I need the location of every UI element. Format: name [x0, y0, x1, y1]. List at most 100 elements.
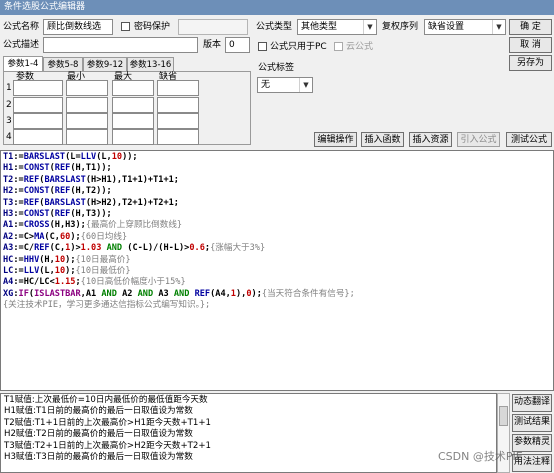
code-token: A4 [3, 277, 14, 288]
insert-resource-button[interactable]: 插入资源 [409, 132, 452, 147]
param-4-max[interactable] [112, 129, 154, 145]
param-3-min[interactable] [66, 113, 108, 129]
fuquan-value: 缺省设置 [428, 22, 465, 32]
code-token: :=C> [13, 231, 35, 242]
param-3-name[interactable] [13, 113, 63, 129]
type-label: 公式类型 [256, 22, 293, 32]
translation-line: H3赋值:T3日前的最高价的最后一日取值设为常数 [4, 452, 193, 463]
window-title: 条件选股公式编辑器 [0, 0, 554, 15]
chevron-down-icon: ▼ [492, 20, 505, 34]
code-token: (L= [65, 152, 81, 162]
dynamic-translate-button[interactable]: 动态翻译 [512, 394, 552, 412]
cloud-checkbox[interactable] [334, 42, 343, 51]
param-row-number: 2 [6, 100, 12, 110]
scrollbar-thumb[interactable] [499, 406, 508, 426]
code-token: {10日高低价幅度小于15%} [80, 277, 186, 288]
code-token: LC [3, 266, 14, 277]
code-token: T1 [3, 152, 14, 162]
code-token: )); [122, 152, 138, 162]
param-2-default[interactable] [157, 97, 199, 113]
code-token: (C, [44, 231, 60, 242]
code-token: AND [101, 288, 117, 299]
code-token: {最高价上穿顾比倒数线} [85, 220, 183, 231]
code-token: CONST [23, 186, 50, 197]
code-token: (L, [39, 266, 55, 277]
type-select[interactable]: 其他类型 ▼ [297, 19, 377, 35]
param-1-min[interactable] [66, 80, 108, 96]
param-row-number: 3 [6, 116, 12, 126]
code-token: LLV [80, 152, 97, 162]
tag-select[interactable]: 无 ▼ [257, 77, 313, 93]
code-token: 0.6 [189, 243, 205, 254]
code-token: AND [173, 288, 190, 299]
code-token: REF [54, 209, 71, 220]
code-token: H2 [3, 186, 14, 197]
param-2-min[interactable] [66, 97, 108, 113]
type-value: 其他类型 [301, 22, 338, 32]
code-token: H3 [3, 209, 14, 220]
param-4-default[interactable] [157, 129, 199, 145]
code-line: H1:=CONST(REF(H,T1)); [3, 163, 551, 174]
cancel-button[interactable]: 取 消 [509, 37, 552, 53]
code-token: CROSS [23, 220, 50, 231]
code-token: := [13, 220, 24, 231]
insert-function-button[interactable]: 插入函数 [361, 132, 404, 147]
code-token: {10日最低价} [75, 266, 131, 277]
param-3-max[interactable] [112, 113, 154, 129]
edit-ops-button[interactable]: 编辑操作 [314, 132, 357, 147]
test-result-button[interactable]: 测试结果 [512, 414, 552, 432]
code-token: ); [70, 231, 81, 242]
ok-button[interactable]: 确 定 [509, 19, 552, 35]
code-token: 10 [54, 254, 66, 265]
tag-value: 无 [261, 80, 271, 90]
fuquan-select[interactable]: 缺省设置 ▼ [424, 19, 506, 35]
save-as-button[interactable]: 另存为 [509, 55, 552, 71]
code-token: (H,T1)); [70, 163, 112, 174]
import-formula-button[interactable]: 引入公式 [457, 132, 500, 147]
password-checkbox[interactable] [121, 22, 130, 31]
name-input[interactable]: 顾比倒数线选 [43, 19, 113, 35]
chevron-down-icon: ▼ [299, 78, 312, 92]
code-token: BARSLAST [44, 174, 86, 185]
code-token: :=C/ [13, 243, 35, 254]
tag-label: 公式标签 [258, 63, 295, 73]
code-token: T2 [3, 174, 14, 185]
code-token: REF [54, 186, 71, 197]
code-token: )> [70, 243, 81, 254]
code-token: := [13, 152, 24, 162]
translation-line: T3赋值:T2+1日前的上次最高价>H2距今天数+T2+1 [4, 440, 212, 451]
code-token: := [13, 266, 24, 277]
pc-only-label: 公式只用于PC [270, 42, 327, 52]
version-input[interactable]: 0 [225, 37, 250, 53]
code-token: REF [23, 174, 40, 185]
desc-input[interactable] [43, 37, 198, 53]
test-formula-button[interactable]: 测试公式 [506, 132, 552, 147]
code-token: {60日均线} [80, 231, 128, 242]
code-token: {关注技术PIE，学习更多通达信指标公式编写知识。}; [3, 300, 211, 311]
param-2-max[interactable] [112, 97, 154, 113]
param-4-name[interactable] [13, 129, 63, 145]
code-token: {当天符合条件有信号}; [261, 288, 355, 299]
param-4-min[interactable] [66, 129, 108, 145]
code-token: REF [34, 243, 50, 254]
code-token: ), [235, 288, 247, 299]
chevron-down-icon: ▼ [363, 20, 376, 34]
formula-editor[interactable]: T1:=BARSLAST(L=LLV(L,10)); H1:=CONST(REF(… [0, 150, 554, 391]
translation-line: T1赋值:上次最低价=10日内最低价的最低值距今天数 [4, 395, 208, 405]
code-token: 60 [59, 231, 71, 242]
code-token: (H,H3); [49, 220, 86, 231]
code-token: (L, [96, 152, 112, 162]
param-1-name[interactable] [13, 80, 63, 96]
pc-only-checkbox[interactable] [258, 42, 267, 51]
param-1-max[interactable] [112, 80, 154, 96]
translation-line: T2赋值:T1+1日前的上次最高价>H1距今天数+T1+1 [4, 417, 212, 428]
param-1-default[interactable] [157, 80, 199, 96]
code-token: H1 [3, 163, 14, 174]
code-token: (H>H2),T2+1)+T2+1; [85, 197, 179, 208]
code-token: A1 [3, 220, 14, 231]
param-3-default[interactable] [157, 113, 199, 129]
param-2-name[interactable] [13, 97, 63, 113]
code-token: {涨幅大于3%} [210, 243, 266, 254]
password-input[interactable] [178, 19, 248, 35]
code-token: LLV [23, 266, 40, 277]
